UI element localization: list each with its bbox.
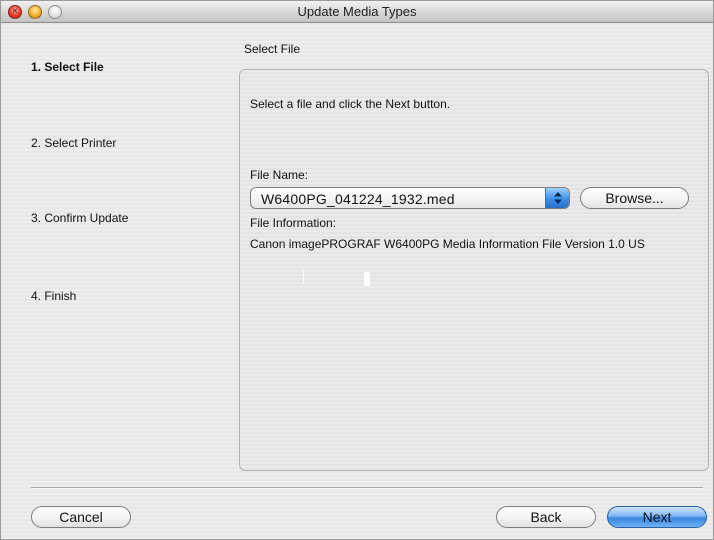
- cursor-artifact: [364, 272, 370, 286]
- window-title: Update Media Types: [297, 4, 417, 19]
- step-select-file: 1. Select File: [31, 60, 104, 74]
- text-caret: [303, 270, 304, 284]
- select-file-group-box: Select a file and click the Next button.…: [239, 69, 709, 471]
- browse-button[interactable]: Browse...: [580, 187, 689, 209]
- panel-title: Select File: [244, 42, 301, 56]
- update-media-types-window: × Update Media Types 1. Select File 2. S…: [0, 0, 714, 540]
- title-bar[interactable]: × Update Media Types: [1, 1, 713, 23]
- step-finish: 4. Finish: [31, 289, 77, 303]
- step-confirm-update: 3. Confirm Update: [31, 211, 129, 225]
- file-information-label: File Information:: [250, 216, 337, 230]
- file-information-value: Canon imagePROGRAF W6400PG Media Informa…: [250, 237, 645, 251]
- next-button[interactable]: Next: [607, 506, 707, 528]
- cancel-button[interactable]: Cancel: [31, 506, 131, 528]
- file-name-value: W6400PG_041224_1932.med: [261, 191, 455, 207]
- instruction-text: Select a file and click the Next button.: [250, 97, 451, 111]
- wizard-steps: 1. Select File 2. Select Printer 3. Conf…: [1, 23, 233, 468]
- step-select-printer: 2. Select Printer: [31, 136, 117, 150]
- file-name-popup[interactable]: W6400PG_041224_1932.med: [250, 187, 570, 209]
- up-down-arrows-icon[interactable]: [545, 188, 569, 208]
- file-name-label: File Name:: [250, 168, 309, 182]
- back-button[interactable]: Back: [496, 506, 596, 528]
- footer-separator-highlight: [31, 488, 703, 489]
